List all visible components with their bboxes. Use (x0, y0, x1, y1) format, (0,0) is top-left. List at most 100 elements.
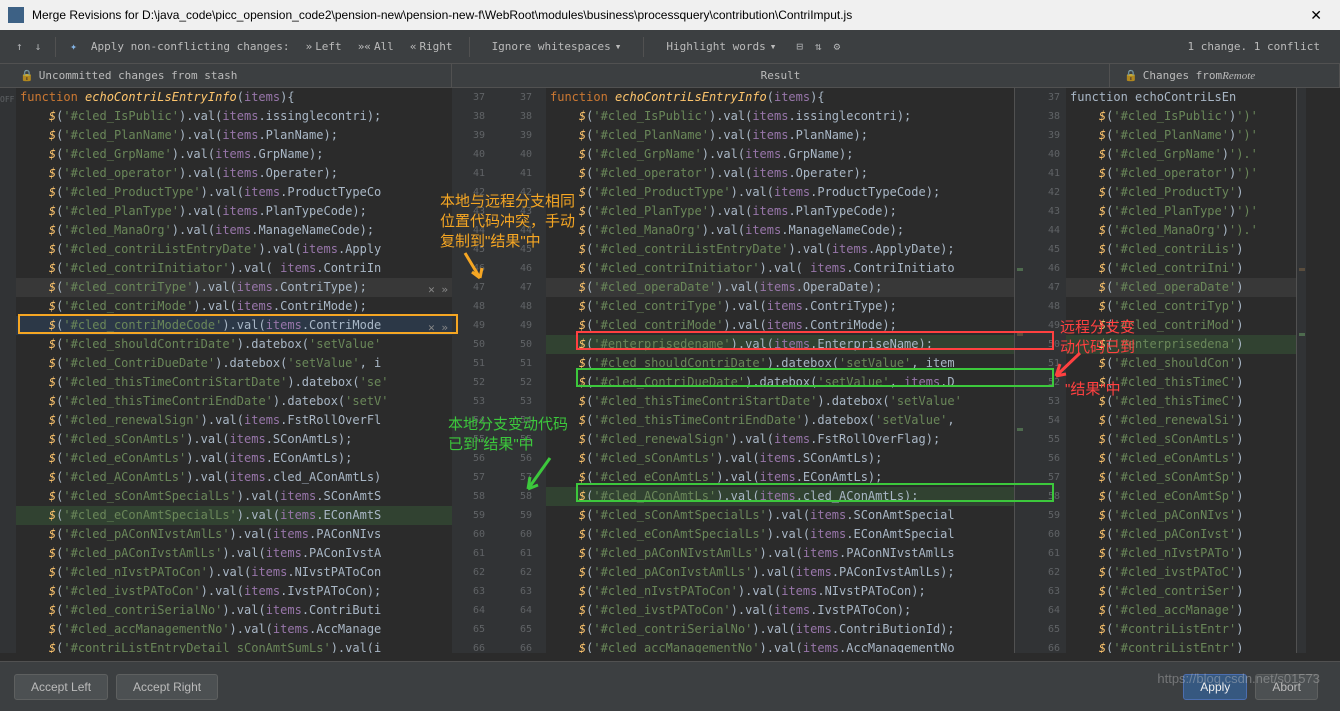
code-line[interactable]: $('#cled_contriType').val(items.ContriTy… (546, 297, 1014, 316)
code-line[interactable]: $('#cled_GrpName')').' (1066, 145, 1296, 164)
code-line[interactable]: $('#cled_GrpName').val(items.GrpName); (546, 145, 1014, 164)
ignore-whitespace-dropdown[interactable]: Ignore whitespaces▾ (484, 36, 630, 57)
code-line[interactable]: $('#contriListEntr') (1066, 639, 1296, 653)
left-code[interactable]: function echoContriLsEntryInfo(items){ $… (16, 88, 452, 653)
code-line[interactable]: $('#cled_ivstPAToCon').val(items.IvstPAT… (16, 582, 452, 601)
code-line[interactable]: $('#cled_sConAmtLs').val(items.SConAmtLs… (546, 449, 1014, 468)
code-line[interactable]: function echoContriLsEn (1066, 88, 1296, 107)
code-line[interactable]: $('#cled_shouldContriDate').datebox('set… (16, 335, 452, 354)
code-line[interactable]: $('#cled_eConAmtSpecialLs').val(items.EC… (546, 525, 1014, 544)
code-line[interactable]: $('#cled_sConAmtSpecialLs').val(items.SC… (16, 487, 452, 506)
code-line[interactable]: $('#cled_PlanName').val(items.PlanName); (546, 126, 1014, 145)
middle-pane[interactable]: function echoContriLsEntryInfo(items){ $… (546, 88, 1014, 653)
code-line[interactable]: $('#cled_pAConIvstAmlLs').val(items.PACo… (16, 544, 452, 563)
code-line[interactable]: $('#cled_PlanName')')' (1066, 126, 1296, 145)
code-line[interactable]: function echoContriLsEntryInfo(items){ (16, 88, 452, 107)
code-line[interactable]: $('#cled_accManagementNo').val(items.Acc… (546, 639, 1014, 653)
gear-icon[interactable]: ⚙ (828, 36, 847, 57)
code-line[interactable]: $('#cled_ContriDueDate').datebox('setVal… (16, 354, 452, 373)
code-line[interactable]: $('#cled_eConAmtLs') (1066, 449, 1296, 468)
code-line[interactable]: $('#cled_eConAmtSpecialLs').val(items.EC… (16, 506, 452, 525)
prev-diff-icon[interactable]: ↑ (10, 36, 29, 57)
code-line[interactable]: $('#cled_thisTimeContriStartDate').dateb… (16, 373, 452, 392)
code-line[interactable]: $('#cled_pAConNIvs') (1066, 506, 1296, 525)
code-line[interactable]: $('#cled_contriType').val(items.ContriTy… (16, 278, 452, 297)
code-line[interactable]: $('#cled_operaDate') (1066, 278, 1296, 297)
accept-left-button[interactable]: Accept Left (14, 674, 108, 700)
code-line[interactable]: $('#cled_eConAmtLs').val(items.EConAmtLs… (16, 449, 452, 468)
code-line[interactable]: $('#cled_contriMode').val(items.ContriMo… (546, 316, 1014, 335)
code-line[interactable]: $('#cled_pAConNIvstAmlLs').val(items.PAC… (16, 525, 452, 544)
code-line[interactable]: $('#cled_IsPublic')')' (1066, 107, 1296, 126)
close-icon[interactable]: ✕ (1300, 7, 1332, 24)
code-line[interactable]: $('#cled_pAConNIvstAmlLs').val(items.PAC… (546, 544, 1014, 563)
code-line[interactable]: $('#cled_nIvstPAToCon').val(items.NIvstP… (16, 563, 452, 582)
code-line[interactable]: $('#contriListEntr') (1066, 620, 1296, 639)
code-line[interactable]: $('#cled_pAConIvst') (1066, 525, 1296, 544)
code-line[interactable]: $('#cled_ContriDueDate').datebox('setVal… (546, 373, 1014, 392)
code-line[interactable]: $('#cled_contriInitiator').val( items.Co… (16, 259, 452, 278)
right-scrollmarker[interactable] (1296, 88, 1306, 653)
code-line[interactable]: $('#cled_PlanType')')' (1066, 202, 1296, 221)
code-line[interactable]: $('#cled_eConAmtLs').val(items.EConAmtLs… (546, 468, 1014, 487)
code-line[interactable]: $('#cled_contriTyp') (1066, 297, 1296, 316)
code-line[interactable]: $('#cled_sConAmtSp') (1066, 468, 1296, 487)
code-line[interactable]: $('#enterprisedename').val(items.Enterpr… (546, 335, 1014, 354)
code-line[interactable]: $('#cled_contriLis') (1066, 240, 1296, 259)
right-code[interactable]: function echoContriLsEn $('#cled_IsPubli… (1066, 88, 1296, 653)
code-line[interactable]: $('#cled_sConAmtLs') (1066, 430, 1296, 449)
code-line[interactable]: $('#cled_PlanName').val(items.PlanName); (16, 126, 452, 145)
code-line[interactable]: $('#cled_contriSer') (1066, 582, 1296, 601)
code-line[interactable]: $('#cled_thisTimeContriEndDate').datebox… (546, 411, 1014, 430)
code-line[interactable]: $('#cled_ivstPAToCon').val(items.IvstPAT… (546, 601, 1014, 620)
apply-all-button[interactable]: »«All (350, 36, 402, 57)
code-line[interactable]: $('#cled_AConAmtLs').val(items.cled_ACon… (546, 487, 1014, 506)
code-line[interactable]: $('#cled_PlanType').val(items.PlanTypeCo… (16, 202, 452, 221)
code-line[interactable]: $('#cled_contriMod') (1066, 316, 1296, 335)
magic-wand-icon[interactable]: ✦ (64, 36, 83, 57)
code-line[interactable]: $('#cled_renewalSign').val(items.FstRoll… (16, 411, 452, 430)
code-line[interactable]: $('#cled_accManagementNo').val(items.Acc… (16, 620, 452, 639)
code-line[interactable]: $('#enterprisedena') (1066, 335, 1296, 354)
code-line[interactable]: $('#cled_ManaOrg').val(items.ManageNameC… (16, 221, 452, 240)
code-line[interactable]: $('#cled_IsPublic').val(items.issingleco… (546, 107, 1014, 126)
code-line[interactable]: $('#cled_thisTimeContriEndDate').datebox… (16, 392, 452, 411)
middle-scrollmarker[interactable] (1014, 88, 1024, 653)
collapse-icon[interactable]: ⊟ (790, 36, 809, 57)
middle-code[interactable]: function echoContriLsEntryInfo(items){ $… (546, 88, 1014, 653)
code-line[interactable]: $('#cled_contriListEntryDate').val(items… (546, 240, 1014, 259)
code-line[interactable]: $('#cled_ManaOrg')').' (1066, 221, 1296, 240)
code-line[interactable]: $('#cled_IsPublic').val(items.issingleco… (16, 107, 452, 126)
apply-right-button[interactable]: «Right (402, 36, 461, 57)
code-line[interactable]: $('#cled_thisTimeC') (1066, 392, 1296, 411)
code-line[interactable]: $('#cled_ivstPAToC') (1066, 563, 1296, 582)
code-line[interactable]: $('#cled_AConAmtLs').val(items.cled_ACon… (16, 468, 452, 487)
code-line[interactable]: $('#cled_contriMode').val(items.ContriMo… (16, 297, 452, 316)
code-line[interactable]: function echoContriLsEntryInfo(items){ (546, 88, 1014, 107)
code-line[interactable]: $('#cled_operaDate').val(items.OperaDate… (546, 278, 1014, 297)
code-line[interactable]: $('#cled_PlanType').val(items.PlanTypeCo… (546, 202, 1014, 221)
code-line[interactable]: $('#cled_contriIni') (1066, 259, 1296, 278)
code-line[interactable]: $('#cled_contriInitiator').val( items.Co… (546, 259, 1014, 278)
code-line[interactable]: $('#cled_operator').val(items.Operater); (546, 164, 1014, 183)
code-line[interactable]: $('#cled_renewalSi') (1066, 411, 1296, 430)
code-line[interactable]: $('#cled_renewalSign').val(items.FstRoll… (546, 430, 1014, 449)
code-line[interactable]: $('#cled_nIvstPAToCon').val(items.NIvstP… (546, 582, 1014, 601)
code-line[interactable]: $('#cled_shouldCon') (1066, 354, 1296, 373)
left-pane[interactable]: function echoContriLsEntryInfo(items){ $… (16, 88, 452, 653)
code-line[interactable]: $('#cled_thisTimeContriStartDate').dateb… (546, 392, 1014, 411)
code-line[interactable]: $('#cled_ProductType').val(items.Product… (16, 183, 452, 202)
code-line[interactable]: $('#cled_nIvstPATo') (1066, 544, 1296, 563)
code-line[interactable]: $('#cled_contriSerialNo').val(items.Cont… (16, 601, 452, 620)
code-line[interactable]: $('#cled_sConAmtSpecialLs').val(items.SC… (546, 506, 1014, 525)
code-line[interactable]: $('#cled_GrpName').val(items.GrpName); (16, 145, 452, 164)
next-diff-icon[interactable]: ↓ (29, 36, 48, 57)
code-line[interactable]: $('#cled_operator').val(items.Operater); (16, 164, 452, 183)
code-line[interactable]: $('#cled_eConAmtSp') (1066, 487, 1296, 506)
code-line[interactable]: $('#cled_contriSerialNo').val(items.Cont… (546, 620, 1014, 639)
code-line[interactable]: $('#cled_contriListEntryDate').val(items… (16, 240, 452, 259)
code-line[interactable]: $('#cled_shouldContriDate').datebox('set… (546, 354, 1014, 373)
apply-left-button[interactable]: »Left (298, 36, 350, 57)
code-line[interactable]: $('#cled_thisTimeC') (1066, 373, 1296, 392)
accept-right-button[interactable]: Accept Right (116, 674, 218, 700)
